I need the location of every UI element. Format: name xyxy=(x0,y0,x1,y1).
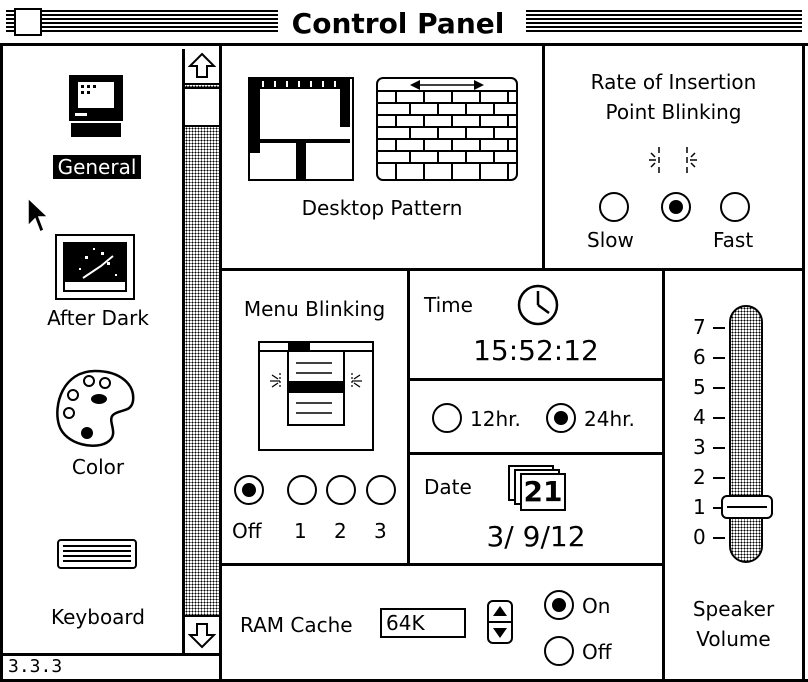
version-label: 3.3.3 xyxy=(8,656,63,677)
up-arrow-icon xyxy=(188,52,216,78)
ram-cache-stepper[interactable] xyxy=(487,600,513,644)
volume-tick-mark xyxy=(713,417,725,419)
ram-cache-on-label: On xyxy=(582,594,611,618)
blink-rate-radio-slow[interactable] xyxy=(599,192,629,222)
menu-blink-radio-2[interactable] xyxy=(326,475,356,505)
volume-tick-label-7: 7 xyxy=(693,315,706,339)
calendar-icon-day: 21 xyxy=(523,475,563,508)
blink-rate-slow-label: Slow xyxy=(587,228,634,252)
blink-rate-radio-medium[interactable] xyxy=(661,192,691,222)
volume-tick-label-3: 3 xyxy=(693,435,706,459)
speaker-volume-label-line2: Volume xyxy=(696,627,771,651)
menu-blink-label-1: 1 xyxy=(294,519,307,543)
clock-format-panel: 12hr. 24hr. xyxy=(410,381,662,452)
scroll-thumb[interactable] xyxy=(185,87,219,127)
menu-blink-label-2: 2 xyxy=(334,519,347,543)
volume-tick-label-5: 5 xyxy=(693,375,706,399)
after-dark-icon xyxy=(55,234,135,300)
down-arrow-icon xyxy=(188,623,216,649)
sidebar-scrollbar[interactable] xyxy=(182,49,222,653)
volume-tick-label-0: 0 xyxy=(693,525,706,549)
menu-blink-radio-3[interactable] xyxy=(366,475,396,505)
date-value[interactable]: 3/ 9/12 xyxy=(410,521,662,553)
menu-blinking-panel: Menu Blinking Off 1 2 3 xyxy=(222,271,407,563)
pattern-preview[interactable] xyxy=(376,77,518,181)
volume-slider-track[interactable] xyxy=(729,305,763,563)
blink-rate-radio-fast[interactable] xyxy=(720,192,750,222)
sidebar-item-color[interactable]: Color xyxy=(3,367,183,497)
volume-tick-label-1: 1 xyxy=(693,495,706,519)
title-bar[interactable]: Control Panel xyxy=(0,0,808,46)
clock-format-radio-24hr[interactable] xyxy=(546,403,576,433)
scroll-down-button[interactable] xyxy=(185,615,219,653)
desktop-pattern-label: Desktop Pattern xyxy=(301,196,463,220)
ram-cache-field[interactable]: 64K xyxy=(380,608,466,638)
ram-cache-panel: RAM Cache 64K On Off xyxy=(222,566,662,679)
blink-rate-title-line1: Rate of Insertion xyxy=(590,70,757,94)
volume-tick-mark xyxy=(713,447,725,449)
macintosh-icon xyxy=(69,75,123,137)
sidebar-item-after-dark[interactable]: After Dark xyxy=(3,224,183,354)
palette-icon xyxy=(56,369,135,447)
time-panel: Time 15:52:12 xyxy=(410,271,662,378)
menu-blink-label-off: Off xyxy=(232,519,262,543)
ram-cache-value: 64K xyxy=(386,611,425,635)
clock-icon xyxy=(517,284,559,326)
sidebar-item-label-color: Color xyxy=(71,455,125,479)
desktop-pattern-panel[interactable]: Desktop Pattern xyxy=(222,49,542,268)
volume-slider-thumb[interactable] xyxy=(721,495,773,519)
blink-rate-fast-label: Fast xyxy=(713,228,754,252)
clock-format-label-12hr: 12hr. xyxy=(470,407,521,431)
volume-tick-mark xyxy=(713,357,725,359)
clock-format-radio-12hr[interactable] xyxy=(432,403,462,433)
date-panel: Date 21 3/ 9/12 xyxy=(410,455,662,563)
sidebar-item-keyboard[interactable]: Keyboard xyxy=(3,527,183,637)
scroll-up-button[interactable] xyxy=(185,49,219,85)
title-stripes-right xyxy=(526,10,802,32)
menu-blink-radio-1[interactable] xyxy=(287,475,317,505)
ram-cache-off-label: Off xyxy=(582,640,612,664)
volume-tick-mark xyxy=(713,327,725,329)
blink-rate-title-line2: Point Blinking xyxy=(605,100,742,124)
clock-format-label-24hr: 24hr. xyxy=(584,407,635,431)
control-panel-window: Control Panel General After Dark Color K… xyxy=(0,0,808,682)
window-title: Control Panel xyxy=(291,7,505,40)
menu-blink-label-3: 3 xyxy=(374,519,387,543)
insertion-point-icon xyxy=(649,147,697,173)
volume-tick-mark xyxy=(713,537,725,539)
scroll-track[interactable] xyxy=(185,85,219,615)
title-stripes-left xyxy=(6,10,278,32)
ram-cache-radio-off[interactable] xyxy=(544,636,574,666)
frame-right xyxy=(802,46,805,682)
time-value[interactable]: 15:52:12 xyxy=(410,335,662,367)
pattern-editor[interactable] xyxy=(248,77,354,181)
menu-blink-radio-off[interactable] xyxy=(234,475,264,505)
close-box-icon[interactable] xyxy=(14,8,42,36)
menu-blinking-title: Menu Blinking xyxy=(243,297,386,321)
sidebar-item-label-after-dark: After Dark xyxy=(47,306,149,330)
speaker-volume-label-line1: Speaker xyxy=(692,597,775,621)
speaker-volume-panel: 7 6 5 4 3 2 1 0 Speaker Volume xyxy=(665,271,802,679)
mouse-cursor-icon xyxy=(27,196,50,234)
menu-blink-icon xyxy=(258,341,374,451)
calendar-icon: 21 xyxy=(508,465,566,511)
sidebar-item-label-general: General xyxy=(53,155,141,179)
insertion-blink-panel: Rate of Insertion Point Blinking Slow Fa… xyxy=(545,49,802,268)
date-label: Date xyxy=(424,475,472,499)
volume-tick-mark xyxy=(713,477,725,479)
volume-tick-label-4: 4 xyxy=(693,405,706,429)
time-label: Time xyxy=(424,293,473,317)
volume-tick-label-6: 6 xyxy=(693,345,706,369)
ram-cache-label: RAM Cache xyxy=(240,613,353,637)
ram-cache-radio-on[interactable] xyxy=(544,590,574,620)
sidebar-item-general[interactable]: General xyxy=(3,49,183,189)
sidebar-item-label-keyboard: Keyboard xyxy=(50,605,145,629)
volume-tick-mark xyxy=(713,387,725,389)
keyboard-icon xyxy=(57,539,137,569)
volume-tick-label-2: 2 xyxy=(693,465,706,489)
sidebar: General After Dark Color Keyboard xyxy=(3,49,183,653)
